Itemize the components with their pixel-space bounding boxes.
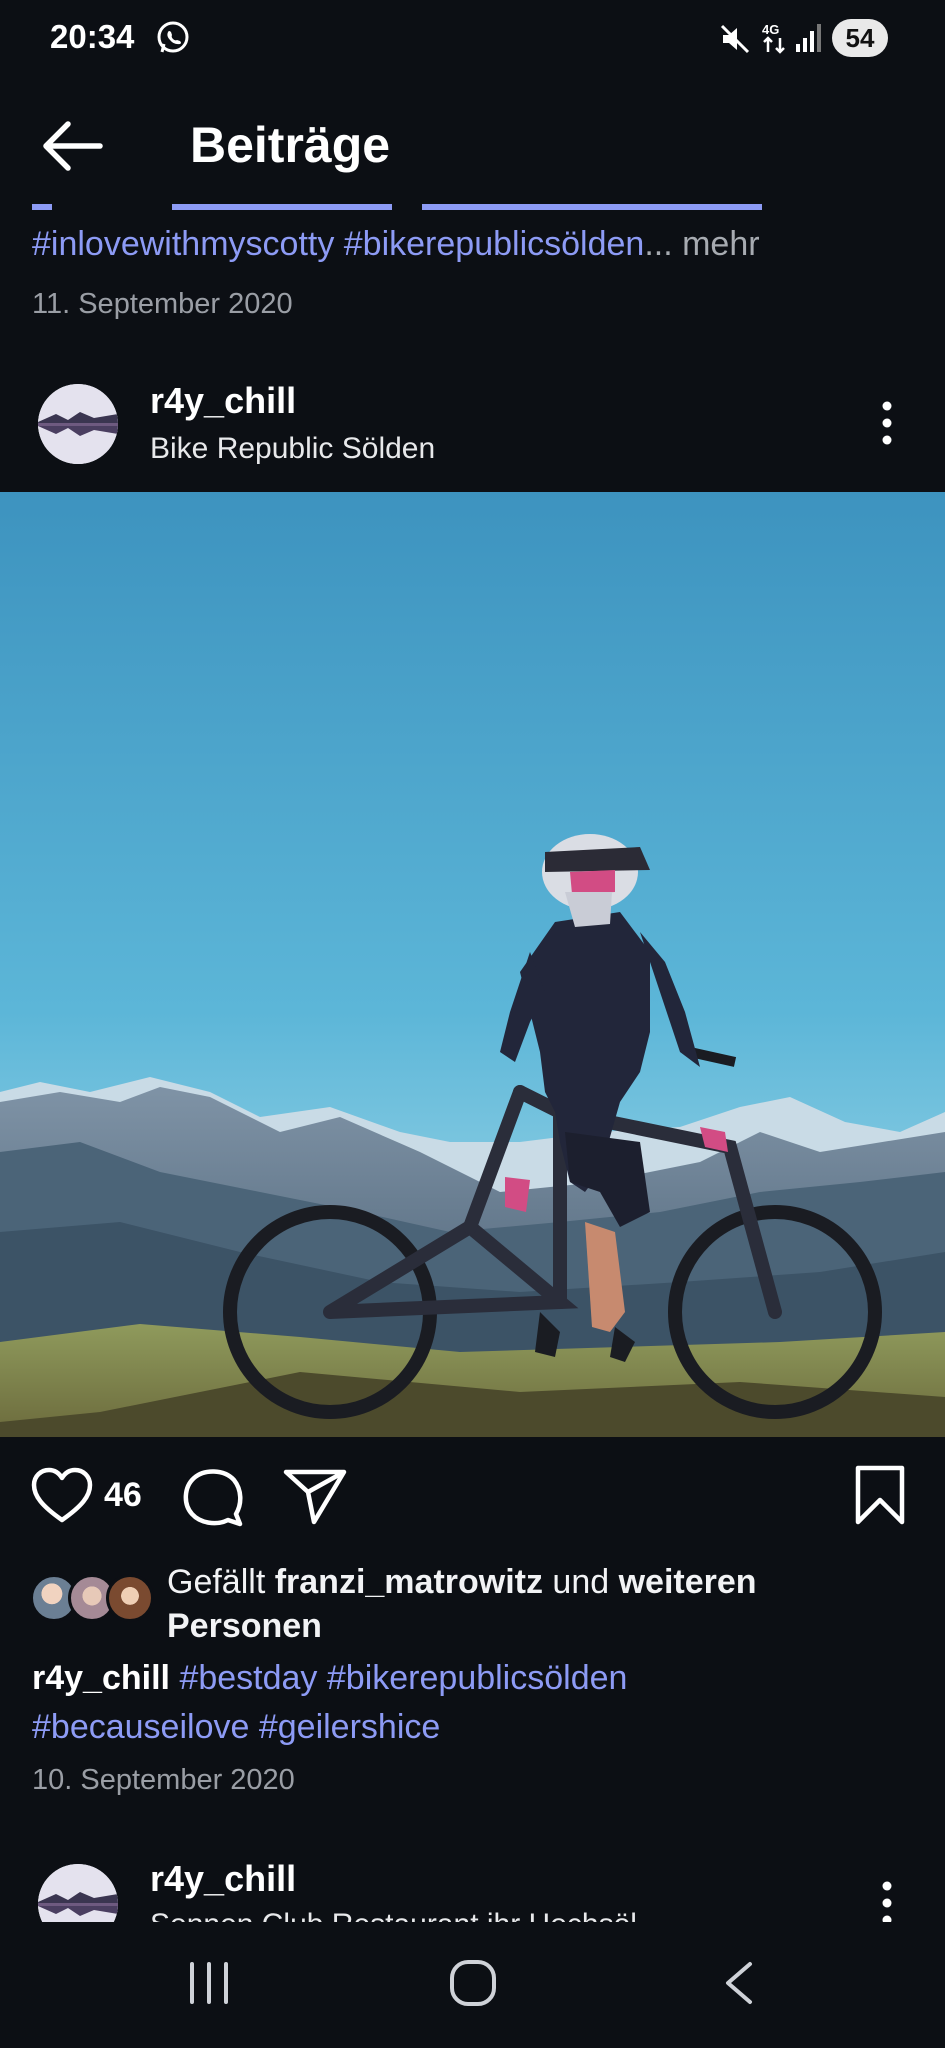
nav-back-icon[interactable]: [720, 1960, 760, 2006]
previous-caption-cutoff: [32, 204, 762, 210]
liked-by-and: und: [542, 1563, 619, 1601]
svg-text:4G: 4G: [762, 22, 779, 37]
battery-indicator: 54: [832, 19, 888, 57]
post-photo[interactable]: [0, 492, 945, 1437]
post-date: 10. September 2020: [32, 1764, 295, 1796]
caption-hashtag[interactable]: #geilershice: [259, 1708, 440, 1746]
previous-hashtags-text[interactable]: #inlovewithmyscotty #bikerepublicsölden: [32, 225, 644, 263]
post-username[interactable]: r4y_chill: [150, 380, 296, 422]
network-4g-icon: 4G: [762, 22, 785, 54]
previous-post-date: 11. September 2020: [32, 288, 293, 320]
mute-icon: [720, 24, 750, 54]
caption-hashtag[interactable]: #bestday: [179, 1659, 317, 1697]
post-location[interactable]: Bike Republic Sölden: [150, 432, 435, 466]
liker-avatar: [106, 1574, 154, 1622]
next-post-username[interactable]: r4y_chill: [150, 1858, 296, 1900]
next-post-location[interactable]: Sonnen Club Restaurant ihr Hochsöl: [150, 1908, 637, 1922]
status-bar: 20:34 4G 54: [0, 0, 945, 80]
status-time: 20:34: [50, 18, 135, 55]
previous-post-hashtags: #inlovewithmyscotty #bikerepublicsölden.…: [32, 225, 760, 264]
post-caption: r4y_chill #bestday #bikerepublicsölden #…: [32, 1654, 892, 1752]
recent-apps-icon[interactable]: [186, 1960, 232, 2006]
avatar-image: [38, 384, 118, 464]
caption-username[interactable]: r4y_chill: [32, 1659, 170, 1697]
next-post-header: r4y_chill Sonnen Club Restaurant ihr Hoc…: [0, 1850, 945, 1922]
liked-by-username[interactable]: franzi_matrowitz: [275, 1563, 543, 1601]
mountain-bike-photo: [0, 492, 945, 1437]
heart-icon[interactable]: [30, 1466, 94, 1526]
comment-icon[interactable]: [180, 1466, 244, 1528]
page-title: Beiträge: [190, 117, 391, 173]
more-link[interactable]: ... mehr: [644, 225, 759, 263]
home-icon[interactable]: [448, 1958, 498, 2008]
liked-by-text[interactable]: Gefällt franzi_matrowitz und weiteren Pe…: [167, 1560, 887, 1648]
more-options-icon[interactable]: [872, 398, 902, 448]
app-header: Beiträge: [0, 80, 945, 210]
avatar-image: [38, 1864, 118, 1922]
whatsapp-icon: [157, 21, 189, 53]
back-arrow-icon[interactable]: [38, 116, 108, 176]
post-avatar[interactable]: [38, 384, 118, 464]
liked-by-prefix: Gefällt: [167, 1563, 275, 1601]
next-post-avatar[interactable]: [38, 1864, 118, 1922]
bookmark-icon[interactable]: [852, 1464, 908, 1526]
like-count[interactable]: 46: [104, 1476, 142, 1515]
liked-by-avatars[interactable]: [30, 1574, 156, 1624]
signal-icon: [796, 24, 821, 52]
more-options-icon[interactable]: [872, 1878, 902, 1922]
share-icon[interactable]: [282, 1466, 348, 1526]
system-nav-bar: [0, 1922, 945, 2048]
caption-hashtag[interactable]: #bikerepublicsölden: [327, 1659, 628, 1697]
caption-hashtag[interactable]: #becauseilove: [32, 1708, 249, 1746]
